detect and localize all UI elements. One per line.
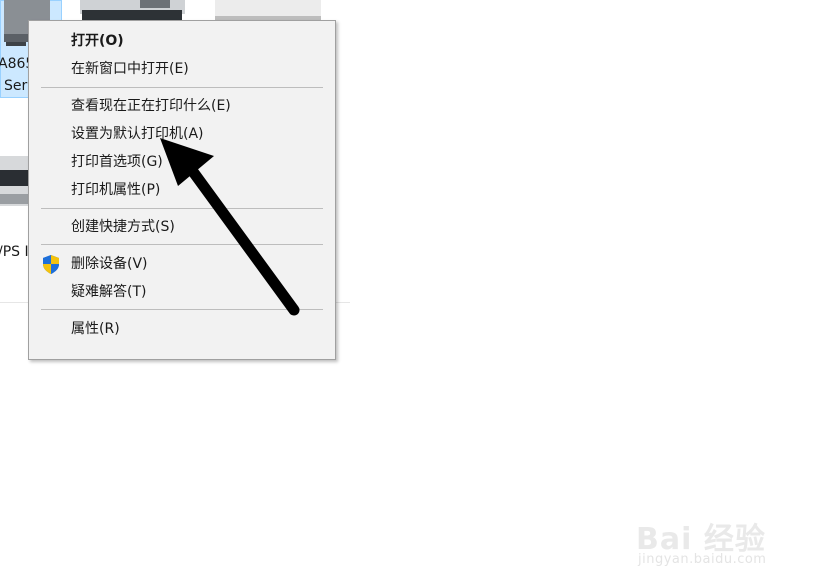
watermark-url: jingyan.baidu.com <box>638 552 767 567</box>
watermark: Bai 经验 jingyan.baidu.com <box>636 500 816 574</box>
annotation-arrow <box>160 138 300 316</box>
